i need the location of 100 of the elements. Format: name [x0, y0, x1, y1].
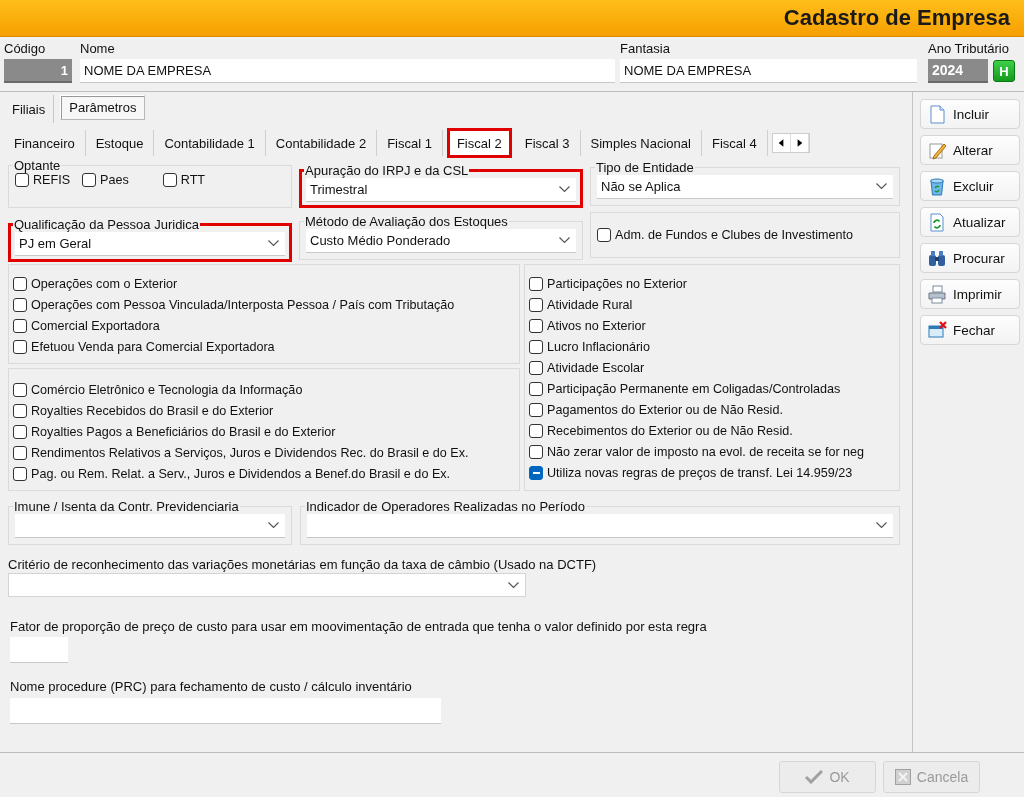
text-field[interactable]: NOME DA EMPRESA — [620, 59, 917, 83]
checkbox[interactable] — [13, 466, 27, 481]
field-label: Nome — [80, 41, 116, 57]
dropdown[interactable]: Trimestral — [306, 178, 576, 202]
checkbox-label: Atividade Escolar — [547, 360, 645, 375]
checkbox[interactable] — [597, 228, 611, 242]
field-label: Critério de reconhecimento das variações monetárias em função da taxa de câmbio (Usado na DCTF) — [8, 557, 598, 572]
tab[interactable]: Financeiro — [4, 130, 86, 156]
action-button[interactable]: Alterar — [920, 135, 1020, 165]
group-title: Indicador de Operadores Realizadas no Período — [305, 499, 586, 514]
checkbox[interactable] — [13, 445, 27, 460]
action-button[interactable]: Incluir — [920, 99, 1020, 129]
checkbox[interactable] — [13, 382, 27, 397]
binoculars-icon — [927, 248, 947, 268]
checkbox[interactable] — [13, 276, 27, 291]
checkbox-label: Atividade Rural — [547, 297, 633, 312]
field-label: Código — [4, 41, 47, 57]
checkbox-label: Participação Permanente em Coligadas/Controladas — [547, 381, 841, 396]
checkbox-label: Paes — [100, 173, 129, 187]
group-title: Método de Avaliação dos Estoques — [304, 214, 509, 229]
close-window-icon — [927, 320, 947, 340]
dropdown[interactable]: Custo Médio Ponderado — [306, 229, 576, 253]
checkbox-label: Comércio Eletrônico e Tecnologia da Informação — [31, 382, 303, 397]
chevron-down-icon — [559, 237, 570, 244]
chevron-down-icon — [876, 522, 887, 529]
action-button[interactable]: Procurar — [920, 243, 1020, 273]
tab[interactable]: Fiscal 3 — [514, 130, 581, 156]
checkbox-label: Pagamentos do Exterior ou de Não Resid. — [547, 402, 783, 417]
field-label: Ano Tributário — [928, 41, 1010, 57]
checkbox[interactable] — [15, 173, 29, 187]
chevron-down-icon — [268, 522, 279, 529]
window-title: Cadastro de Empresa — [783, 5, 1010, 31]
checkbox[interactable] — [529, 339, 543, 354]
checkbox-label: REFIS — [33, 173, 71, 187]
checkbox[interactable] — [529, 423, 543, 438]
checkbox[interactable] — [13, 297, 27, 312]
cancel-icon — [894, 769, 911, 785]
tab[interactable]: Filiais — [4, 95, 55, 123]
group-title: Qualificação da Pessoa Juridica — [13, 217, 200, 232]
checkbox[interactable] — [13, 424, 27, 439]
chevron-down-icon — [508, 581, 519, 589]
tab[interactable]: Contabilidade 2 — [265, 130, 378, 156]
checkbox-label: Royalties Pagos a Beneficiários do Brasil e do Exterior — [31, 424, 336, 439]
checkbox[interactable] — [162, 173, 177, 187]
checkbox[interactable] — [529, 360, 543, 375]
checkbox[interactable] — [82, 173, 97, 187]
checkbox-label: Efetuou Venda para Comercial Exportadora — [31, 339, 275, 354]
checkbox-label: Rendimentos Relativos a Serviços, Juros e Dividendos Rec. do Brasil e do Ex. — [31, 445, 469, 460]
action-button[interactable]: Imprimir — [920, 279, 1020, 309]
checkbox[interactable] — [13, 403, 27, 418]
checkbox-label: Pag. ou Rem. Relat. a Serv., Juros e Dividendos a Benef.do Brasil e do Ex. — [31, 466, 451, 481]
action-button[interactable]: Atualizar — [920, 207, 1020, 237]
checkbox-label: Adm. de Fundos e Clubes de Investimento — [615, 228, 853, 242]
checkbox[interactable] — [529, 318, 543, 333]
tab[interactable]: Simples Nacional — [580, 130, 702, 156]
dropdown[interactable]: PJ em Geral — [15, 232, 285, 256]
checkbox-label: Participações no Exterior — [547, 276, 687, 291]
checkbox-label: Operações com o Exterior — [31, 276, 178, 291]
group-title: Optante — [13, 158, 62, 173]
checkbox[interactable] — [13, 339, 27, 354]
checkbox[interactable] — [529, 276, 543, 291]
field-label: Fator de proporção de preço de custo para usar em moovimentação de entrada que tenha o valor definido por esta regra — [10, 619, 708, 634]
checkbox-label: Não zerar valor de imposto na evol. de receita se for neg — [547, 444, 865, 459]
group-title: Apuração do IRPJ e da CSL — [304, 163, 470, 178]
tab[interactable]: Contabilidade 1 — [154, 130, 266, 156]
checkbox-label: RTT — [180, 173, 206, 187]
checkbox-label: Utiliza novas regras de preços de transf. Lei 14.959/23 — [547, 465, 853, 480]
checkbox-label: Comercial Exportadora — [31, 318, 160, 333]
tab[interactable]: Estoque — [85, 130, 155, 156]
tab[interactable]: Fiscal 1 — [377, 130, 443, 156]
dropdown[interactable]: Não se Aplica — [597, 175, 893, 199]
action-button[interactable]: Excluir — [920, 171, 1020, 201]
input-field[interactable] — [10, 698, 441, 724]
group-title: Tipo de Entidade — [595, 160, 695, 175]
checkbox[interactable] — [529, 444, 543, 459]
document-icon — [927, 104, 947, 124]
recycle-bin-icon — [927, 176, 947, 196]
printer-icon — [927, 284, 947, 304]
field-label: Fantasia — [620, 41, 671, 57]
checkbox-label: Operações com Pessoa Vinculada/Interposta Pessoa / País com Tributação — [31, 297, 455, 312]
checkbox[interactable] — [529, 402, 543, 417]
refresh-icon — [927, 212, 947, 232]
text-field[interactable]: NOME DA EMPRESA — [80, 59, 615, 83]
checkbox-label: Ativos no Exterior — [547, 318, 646, 333]
pencil-icon — [927, 140, 947, 160]
chevron-down-icon — [559, 186, 570, 193]
checkbox[interactable] — [13, 318, 27, 333]
checkbox[interactable] — [529, 297, 543, 312]
checkbox[interactable] — [529, 465, 543, 480]
checkbox-label: Royalties Recebidos do Brasil e do Exterior — [31, 403, 274, 418]
tab[interactable]: Parâmetros — [60, 95, 146, 120]
field-label: Nome procedure (PRC) para fechamento de custo / cálculo inventário — [10, 679, 413, 694]
tab[interactable]: Fiscal 4 — [701, 130, 768, 156]
checkbox-label: Lucro Inflacionário — [547, 339, 650, 354]
input-field[interactable] — [10, 637, 68, 663]
check-icon — [805, 770, 824, 784]
checkbox-label: Recebimentos do Exterior ou de Não Resid. — [547, 423, 793, 438]
action-button[interactable]: Fechar — [920, 315, 1020, 345]
checkbox[interactable] — [529, 381, 543, 396]
tab[interactable]: Fiscal 2 — [446, 128, 512, 158]
